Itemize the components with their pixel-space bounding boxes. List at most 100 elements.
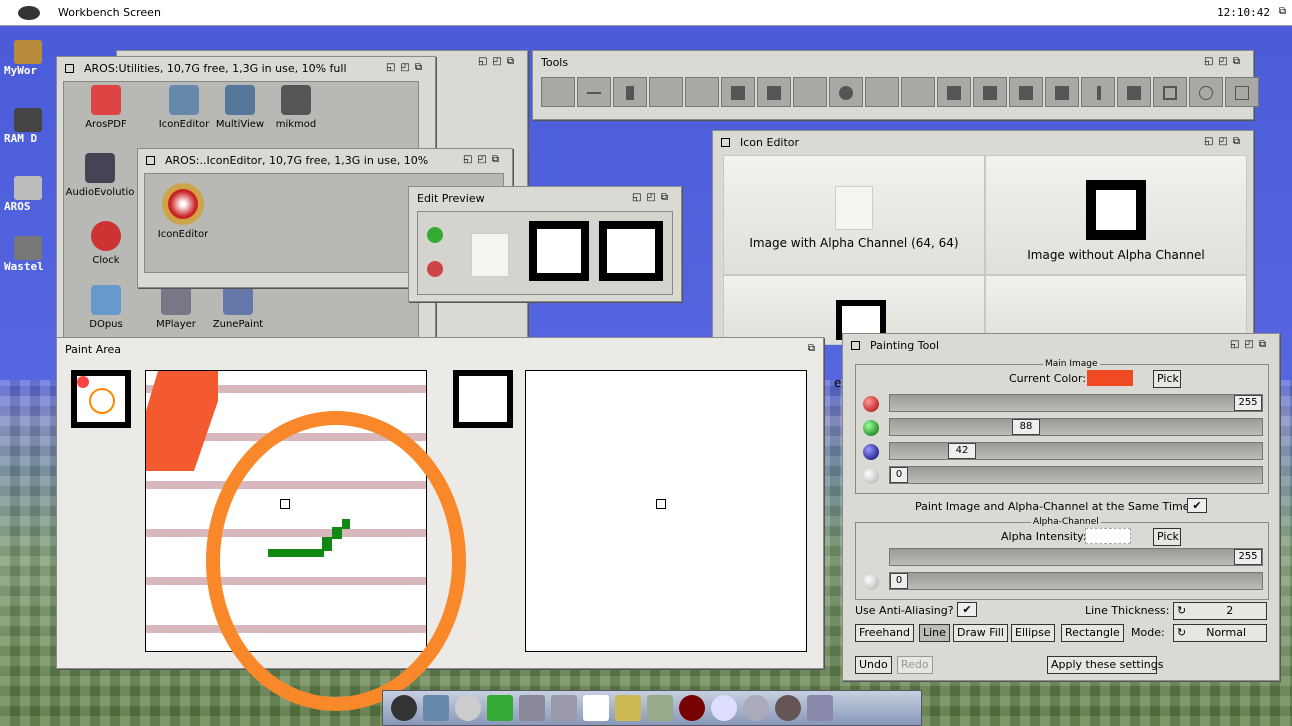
zune-view-icon[interactable]: [583, 695, 609, 721]
audio-icon: [85, 153, 115, 183]
pen-icon[interactable]: [487, 695, 513, 721]
screen-title: Workbench Screen: [58, 6, 161, 19]
desktop-icon-myworkbench[interactable]: MyWor: [4, 40, 56, 77]
fill-icon[interactable]: [721, 77, 755, 107]
blue-slider[interactable]: 42: [889, 442, 1263, 460]
dot-icon[interactable]: [829, 77, 863, 107]
stamp-icon[interactable]: [757, 77, 791, 107]
files-icon[interactable]: [615, 695, 641, 721]
green-slider[interactable]: 88: [889, 418, 1263, 436]
window-gadgets[interactable]: ◱◰⧉: [1204, 56, 1245, 67]
triangle-icon[interactable]: [937, 77, 971, 107]
sphere-icon[interactable]: [679, 695, 705, 721]
canvas-mask[interactable]: [525, 370, 807, 652]
image-noalpha-cell[interactable]: Image without Alpha Channel: [985, 155, 1247, 275]
edit-preview-window[interactable]: Edit Preview ◱◰⧉: [408, 186, 682, 302]
clock-icon[interactable]: [455, 695, 481, 721]
anti-alias-checkbox[interactable]: ✔: [957, 602, 977, 617]
square-icon[interactable]: [1009, 77, 1043, 107]
window-gadgets[interactable]: ◱◰⧉: [1230, 339, 1271, 350]
pick-color-button[interactable]: Pick: [1153, 370, 1181, 388]
preview-image-noalpha: [529, 221, 589, 281]
tv-icon[interactable]: [807, 695, 833, 721]
alpha-intensity-slider[interactable]: 255: [889, 548, 1263, 566]
close-gadget[interactable]: [146, 155, 155, 165]
icon-editor-window[interactable]: Icon Editor ◱◰⧉ Image with Alpha Channel …: [712, 130, 1254, 390]
tool-blank-icon[interactable]: [793, 77, 827, 107]
desktop-icon-aros[interactable]: AROS: [4, 176, 56, 213]
tool-freehand-button[interactable]: Freehand: [855, 624, 915, 642]
cycle-icon: ↻: [1177, 626, 1187, 639]
pentagon-icon[interactable]: [1225, 77, 1259, 107]
same-time-checkbox[interactable]: ✔: [1187, 498, 1207, 513]
icon-arospdf[interactable]: ArosPDF: [71, 85, 141, 130]
desktop-icon-wastebasket[interactable]: Wastel: [4, 236, 56, 273]
icon-clock[interactable]: Clock: [71, 221, 141, 266]
apply-settings-button[interactable]: Apply these settings: [1047, 656, 1163, 674]
pen-icon[interactable]: [577, 77, 611, 107]
alpha-intensity-swatch[interactable]: [1085, 528, 1131, 544]
tool-blank-icon[interactable]: [865, 77, 899, 107]
drawer-icon[interactable]: [423, 695, 449, 721]
thumbnail-alpha[interactable]: [71, 370, 131, 428]
game-icon[interactable]: [775, 695, 801, 721]
brush-icon[interactable]: [1081, 77, 1115, 107]
window-gadgets[interactable]: ⧉: [808, 343, 815, 354]
search-icon[interactable]: [711, 695, 737, 721]
icon-zunepaint[interactable]: ZunePaint: [203, 285, 273, 330]
close-gadget[interactable]: [65, 63, 74, 73]
icon-dopus[interactable]: DOpus: [71, 285, 141, 330]
image-alpha-cell[interactable]: Image with Alpha Channel (64, 64): [723, 155, 985, 275]
window-gadgets[interactable]: ◱◰⧉: [386, 62, 427, 73]
gear-icon[interactable]: [743, 695, 769, 721]
redo-button[interactable]: Redo: [897, 656, 933, 674]
mode-cycle[interactable]: ↻ Normal: [1173, 624, 1267, 642]
icon-iconeditor[interactable]: IconEditor: [148, 183, 218, 240]
window-gadgets[interactable]: ◱◰⧉: [478, 56, 519, 67]
tool-rectangle-button[interactable]: Rectangle: [1061, 624, 1124, 642]
pick-alpha-button[interactable]: Pick: [1153, 528, 1181, 546]
alpha-value-slider[interactable]: 0: [889, 572, 1263, 590]
square-icon[interactable]: [1045, 77, 1079, 107]
tool-line-button[interactable]: Line: [919, 624, 950, 642]
tool-blank-icon[interactable]: [541, 77, 575, 107]
undo-button[interactable]: Undo: [855, 656, 892, 674]
close-gadget[interactable]: [851, 340, 860, 350]
square-icon[interactable]: [1117, 77, 1151, 107]
window-gadgets[interactable]: ◱◰⧉: [1204, 136, 1245, 147]
icon-mplayer[interactable]: MPlayer: [141, 285, 211, 330]
tool-blank-icon[interactable]: [685, 77, 719, 107]
tools-window[interactable]: Tools ◱◰⧉: [532, 50, 1259, 120]
mail-icon[interactable]: [519, 695, 545, 721]
text-icon[interactable]: [649, 77, 683, 107]
paint-icon[interactable]: [551, 695, 577, 721]
tool-strip: [541, 77, 1261, 110]
close-gadget[interactable]: [721, 137, 730, 147]
window-gadgets[interactable]: ◱◰⧉: [463, 154, 504, 165]
mode-label: Mode:: [1131, 626, 1165, 639]
red-slider[interactable]: 255: [889, 394, 1263, 412]
thumbnail-mask[interactable]: [453, 370, 513, 428]
desktop-icon-ram[interactable]: RAM D: [4, 108, 56, 145]
tool-drawfill-button[interactable]: Draw Fill: [953, 624, 1008, 642]
line-thickness-cycle[interactable]: ↻ 2: [1173, 602, 1267, 620]
icon-audioevolution[interactable]: AudioEvolutio: [65, 153, 135, 198]
screen-depth-gadget[interactable]: ⧉: [1279, 6, 1286, 17]
circle-outline-icon[interactable]: [1189, 77, 1223, 107]
current-color-swatch[interactable]: [1087, 370, 1133, 386]
aros-icon[interactable]: [391, 695, 417, 721]
alpha-slider[interactable]: 0: [889, 466, 1263, 484]
window-gadgets[interactable]: ◱◰⧉: [632, 192, 673, 203]
icon-mikmod[interactable]: mikmod: [261, 85, 331, 130]
painting-tool-window[interactable]: Painting Tool ◱◰⧉ Main Image Current Colo…: [842, 333, 1280, 681]
tool-ellipse-button[interactable]: Ellipse: [1011, 624, 1055, 642]
text-icon[interactable]: [901, 77, 935, 107]
paint-area-window[interactable]: Paint Area ⧉: [56, 337, 824, 711]
rectangle-outline-icon[interactable]: [1153, 77, 1187, 107]
square-icon[interactable]: [973, 77, 1007, 107]
cancel-icon[interactable]: [427, 261, 443, 277]
accept-icon[interactable]: [427, 227, 443, 243]
canvas-alpha[interactable]: [145, 370, 466, 711]
scissors-icon[interactable]: [613, 77, 647, 107]
brush-icon[interactable]: [647, 695, 673, 721]
